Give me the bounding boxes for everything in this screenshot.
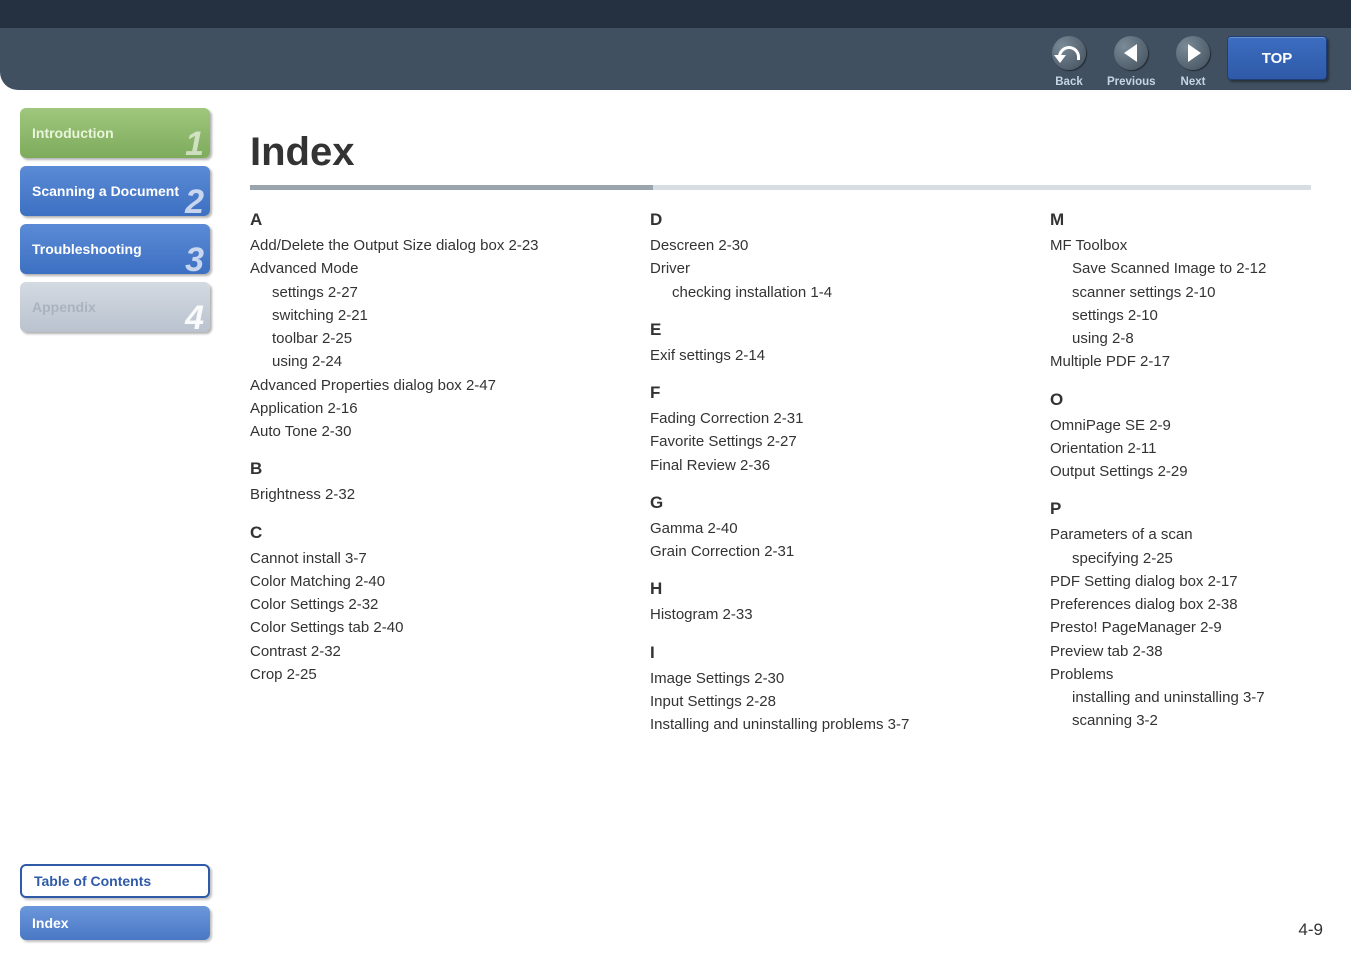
- index-entry[interactable]: Parameters of a scan: [1050, 523, 1351, 546]
- index-subentry[interactable]: settings 2-10: [1050, 304, 1351, 327]
- index-column-2: D Descreen 2-30Driverchecking installatio…: [650, 210, 970, 736]
- index-subentry[interactable]: checking installation 1-4: [650, 281, 970, 304]
- index-subentry[interactable]: switching 2-21: [250, 304, 570, 327]
- side-nav: Introduction 1 Scanning a Document 2 Tro…: [20, 108, 210, 340]
- nav-tab-appendix[interactable]: Appendix 4: [20, 282, 210, 332]
- index-entry[interactable]: Contrast 2-32: [250, 640, 570, 663]
- nav-tab-troubleshooting[interactable]: Troubleshooting 3: [20, 224, 210, 274]
- index-letter: B: [250, 459, 570, 479]
- index-letter: C: [250, 523, 570, 543]
- index-entry[interactable]: OmniPage SE 2-9: [1050, 414, 1351, 437]
- index-subentry[interactable]: toolbar 2-25: [250, 327, 570, 350]
- index-entry[interactable]: Auto Tone 2-30: [250, 420, 570, 443]
- nav-tab-number: 3: [185, 241, 204, 280]
- index-entry[interactable]: Application 2-16: [250, 397, 570, 420]
- index-label: Index: [32, 915, 69, 931]
- index-entry[interactable]: Exif settings 2-14: [650, 344, 970, 367]
- index-entry[interactable]: Problems: [1050, 663, 1351, 686]
- top-button[interactable]: TOP: [1227, 36, 1327, 80]
- index-letter: A: [250, 210, 570, 230]
- index-entry[interactable]: Gamma 2-40: [650, 517, 970, 540]
- index-entry[interactable]: Grain Correction 2-31: [650, 540, 970, 563]
- index-subentry[interactable]: using 2-24: [250, 350, 570, 373]
- nav-tab-introduction[interactable]: Introduction 1: [20, 108, 210, 158]
- nav-tab-label: Introduction: [32, 125, 114, 141]
- triangle-right-icon: [1188, 44, 1201, 62]
- nav-tab-number: 2: [185, 183, 204, 222]
- previous-button[interactable]: Previous: [1107, 36, 1155, 88]
- index-entry[interactable]: Preview tab 2-38: [1050, 640, 1351, 663]
- triangle-left-icon: [1124, 44, 1137, 62]
- index-entry[interactable]: Favorite Settings 2-27: [650, 430, 970, 453]
- back-label: Back: [1045, 76, 1093, 88]
- toc-label: Table of Contents: [34, 873, 151, 889]
- header-band: Back Previous Next TOP: [0, 0, 1351, 90]
- index-entry[interactable]: Crop 2-25: [250, 663, 570, 686]
- index-entry[interactable]: Brightness 2-32: [250, 483, 570, 506]
- index-column-1: A Add/Delete the Output Size dialog box 2…: [250, 210, 570, 736]
- index-letter: F: [650, 383, 970, 403]
- index-entry[interactable]: Add/Delete the Output Size dialog box 2-…: [250, 234, 570, 257]
- bottom-left-nav: Table of Contents Index: [20, 856, 210, 940]
- index-subentry[interactable]: settings 2-27: [250, 281, 570, 304]
- index-entry[interactable]: Output Settings 2-29: [1050, 460, 1351, 483]
- index-entry[interactable]: Input Settings 2-28: [650, 690, 970, 713]
- index-letter: M: [1050, 210, 1351, 230]
- index-entry[interactable]: Histogram 2-33: [650, 603, 970, 626]
- index-button[interactable]: Index: [20, 906, 210, 940]
- nav-tab-scanning[interactable]: Scanning a Document 2: [20, 166, 210, 216]
- page-title-bar: Index: [250, 130, 1311, 190]
- nav-tab-label: Scanning a Document: [32, 183, 179, 199]
- index-letter: O: [1050, 390, 1351, 410]
- index-entry[interactable]: Installing and uninstalling problems 3-7: [650, 713, 970, 736]
- index-columns: A Add/Delete the Output Size dialog box 2…: [250, 210, 1351, 736]
- index-letter: H: [650, 579, 970, 599]
- header-band-top: [0, 0, 1351, 28]
- index-letter: G: [650, 493, 970, 513]
- index-entry[interactable]: Image Settings 2-30: [650, 667, 970, 690]
- top-button-label: TOP: [1262, 50, 1293, 67]
- index-letter: E: [650, 320, 970, 340]
- index-entry[interactable]: Color Settings tab 2-40: [250, 616, 570, 639]
- index-subentry[interactable]: using 2-8: [1050, 327, 1351, 350]
- index-entry[interactable]: Preferences dialog box 2-38: [1050, 593, 1351, 616]
- index-letter: P: [1050, 499, 1351, 519]
- index-subentry[interactable]: scanner settings 2-10: [1050, 281, 1351, 304]
- page-title: Index: [250, 130, 1311, 175]
- back-arrow-icon: [1058, 46, 1080, 60]
- index-entry[interactable]: Final Review 2-36: [650, 454, 970, 477]
- index-letter: I: [650, 643, 970, 663]
- nav-tab-label: Appendix: [32, 299, 96, 315]
- nav-tab-number: 4: [185, 299, 204, 338]
- index-entry[interactable]: Color Matching 2-40: [250, 570, 570, 593]
- back-button[interactable]: Back: [1045, 36, 1093, 88]
- index-letter: D: [650, 210, 970, 230]
- nav-tab-label: Troubleshooting: [32, 241, 142, 257]
- index-entry[interactable]: PDF Setting dialog box 2-17: [1050, 570, 1351, 593]
- index-entry[interactable]: Orientation 2-11: [1050, 437, 1351, 460]
- index-entry[interactable]: Multiple PDF 2-17: [1050, 350, 1351, 373]
- index-entry[interactable]: MF Toolbox: [1050, 234, 1351, 257]
- index-entry[interactable]: Fading Correction 2-31: [650, 407, 970, 430]
- index-entry[interactable]: Advanced Mode: [250, 257, 570, 280]
- next-label: Next: [1169, 76, 1217, 88]
- next-button[interactable]: Next: [1169, 36, 1217, 88]
- nav-tab-number: 1: [185, 125, 204, 164]
- toc-button[interactable]: Table of Contents: [20, 864, 210, 898]
- index-entry[interactable]: Color Settings 2-32: [250, 593, 570, 616]
- page-number: 4-9: [1298, 920, 1323, 940]
- index-column-3: MMF ToolboxSave Scanned Image to 2-12sca…: [1050, 210, 1351, 736]
- index-subentry[interactable]: installing and uninstalling 3-7: [1050, 686, 1351, 709]
- index-entry[interactable]: Driver: [650, 257, 970, 280]
- title-rule: [250, 185, 1311, 190]
- index-subentry[interactable]: specifying 2-25: [1050, 547, 1351, 570]
- index-entry[interactable]: Advanced Properties dialog box 2-47: [250, 374, 570, 397]
- index-subentry[interactable]: Save Scanned Image to 2-12: [1050, 257, 1351, 280]
- index-entry[interactable]: Cannot install 3-7: [250, 547, 570, 570]
- previous-label: Previous: [1107, 76, 1155, 88]
- index-subentry[interactable]: scanning 3-2: [1050, 709, 1351, 732]
- index-entry[interactable]: Descreen 2-30: [650, 234, 970, 257]
- index-entry[interactable]: Presto! PageManager 2-9: [1050, 616, 1351, 639]
